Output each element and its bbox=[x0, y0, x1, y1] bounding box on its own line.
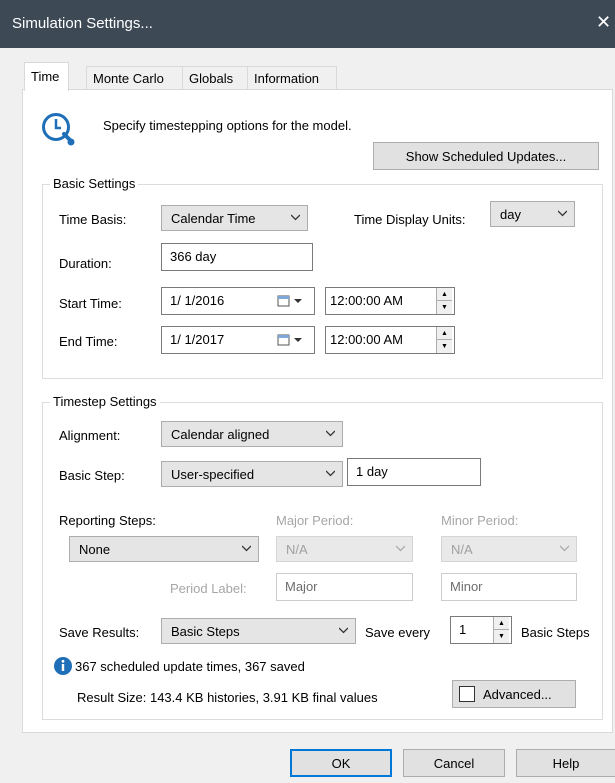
reporting-steps-label: Reporting Steps: bbox=[59, 513, 156, 528]
major-period-value: N/A bbox=[286, 542, 308, 557]
start-date-value: 1/ 1/2016 bbox=[170, 293, 225, 308]
alignment-dropdown[interactable]: Calendar aligned bbox=[161, 421, 343, 447]
tab-time[interactable]: Time bbox=[24, 62, 69, 91]
minor-period-dropdown[interactable]: N/A bbox=[441, 536, 577, 562]
time-display-units-label: Time Display Units: bbox=[354, 212, 466, 227]
chevron-down-icon bbox=[326, 470, 335, 477]
end-time-label: End Time: bbox=[59, 334, 118, 349]
start-time-value: 12:00:00 AM bbox=[330, 293, 403, 308]
description-text: Specify timestepping options for the mod… bbox=[103, 118, 352, 133]
cancel-button[interactable]: Cancel bbox=[403, 749, 505, 777]
save-results-value: Basic Steps bbox=[171, 624, 240, 639]
reporting-steps-dropdown[interactable]: None bbox=[69, 536, 259, 562]
result-size-text: Result Size: 143.4 KB histories, 3.91 KB… bbox=[77, 690, 378, 705]
spin-down-icon[interactable]: ▼ bbox=[437, 340, 452, 353]
spin-down-icon[interactable]: ▼ bbox=[494, 630, 509, 643]
period-label-minor-field[interactable]: Minor bbox=[441, 573, 577, 601]
major-period-dropdown[interactable]: N/A bbox=[276, 536, 413, 562]
tab-label: Globals bbox=[189, 71, 234, 86]
minor-period-value: N/A bbox=[451, 542, 473, 557]
duration-label: Duration: bbox=[59, 256, 112, 271]
major-period-label: Major Period: bbox=[276, 513, 354, 528]
show-scheduled-updates-button[interactable]: Show Scheduled Updates... bbox=[373, 142, 599, 170]
period-label-major-field[interactable]: Major bbox=[276, 573, 413, 601]
basic-step-amount-field[interactable]: 1 day bbox=[347, 458, 481, 486]
help-button[interactable]: Help bbox=[516, 749, 615, 777]
calendar-dropdown-icon[interactable] bbox=[277, 334, 307, 346]
spin-up-icon[interactable]: ▲ bbox=[437, 288, 452, 301]
save-every-field[interactable]: 1 ▲ ▼ bbox=[450, 616, 512, 644]
chevron-down-icon bbox=[339, 627, 348, 634]
save-results-label: Save Results: bbox=[59, 625, 140, 640]
end-time-spinner[interactable]: ▲ ▼ bbox=[436, 327, 452, 353]
scheduled-updates-info: 367 scheduled update times, 367 saved bbox=[75, 659, 305, 674]
duration-field[interactable]: 366 day bbox=[161, 243, 313, 271]
tab-label: Information bbox=[254, 71, 320, 86]
reporting-steps-value: None bbox=[79, 542, 111, 557]
start-time-field[interactable]: 12:00:00 AM ▲ ▼ bbox=[325, 287, 455, 315]
chevron-down-icon bbox=[291, 214, 300, 221]
start-time-spinner[interactable]: ▲ ▼ bbox=[436, 288, 452, 314]
chevron-down-icon bbox=[396, 545, 405, 552]
minor-period-label: Minor Period: bbox=[441, 513, 519, 528]
title-bar: Simulation Settings... ✕ bbox=[0, 0, 615, 48]
time-display-units-value: day bbox=[500, 207, 521, 222]
alignment-value: Calendar aligned bbox=[171, 427, 270, 442]
time-basis-label: Time Basis: bbox=[59, 212, 127, 227]
close-icon[interactable]: ✕ bbox=[596, 12, 611, 33]
tab-globals[interactable]: Globals bbox=[182, 66, 248, 90]
end-time-field[interactable]: 12:00:00 AM ▲ ▼ bbox=[325, 326, 455, 354]
basic-settings-legend: Basic Settings bbox=[50, 176, 139, 191]
basic-step-value: User-specified bbox=[171, 467, 255, 482]
calendar-dropdown-icon[interactable] bbox=[277, 295, 307, 307]
advanced-label: Advanced... bbox=[483, 687, 552, 702]
clock-wrench-icon bbox=[42, 113, 75, 146]
spin-up-icon[interactable]: ▲ bbox=[437, 327, 452, 340]
timestep-settings-legend: Timestep Settings bbox=[50, 394, 160, 409]
ok-button[interactable]: OK bbox=[290, 749, 392, 777]
start-time-label: Start Time: bbox=[59, 296, 122, 311]
basic-step-dropdown[interactable]: User-specified bbox=[161, 461, 343, 487]
save-every-spinner[interactable]: ▲ ▼ bbox=[493, 617, 509, 643]
period-label-text: Period Label: bbox=[170, 581, 247, 596]
save-every-value: 1 bbox=[459, 622, 467, 637]
basic-step-label: Basic Step: bbox=[59, 468, 125, 483]
end-date-picker[interactable]: 1/ 1/2017 bbox=[161, 326, 315, 354]
chevron-down-icon bbox=[558, 210, 567, 217]
tab-monte-carlo[interactable]: Monte Carlo bbox=[86, 66, 183, 90]
window-title: Simulation Settings... bbox=[12, 15, 153, 32]
chevron-down-icon bbox=[242, 545, 251, 552]
end-date-value: 1/ 1/2017 bbox=[170, 332, 225, 347]
chevron-down-icon bbox=[560, 545, 569, 552]
info-icon bbox=[54, 657, 72, 675]
advanced-button[interactable]: Advanced... bbox=[452, 680, 576, 708]
tab-information[interactable]: Information bbox=[247, 66, 337, 90]
save-results-dropdown[interactable]: Basic Steps bbox=[161, 618, 356, 644]
save-every-label: Save every bbox=[365, 625, 431, 640]
spin-up-icon[interactable]: ▲ bbox=[494, 617, 509, 630]
tab-label: Monte Carlo bbox=[93, 71, 164, 86]
tab-label: Time bbox=[31, 69, 60, 84]
end-time-value: 12:00:00 AM bbox=[330, 332, 403, 347]
chevron-down-icon bbox=[326, 430, 335, 437]
alignment-label: Alignment: bbox=[59, 428, 121, 443]
time-basis-value: Calendar Time bbox=[171, 211, 256, 226]
advanced-checkbox[interactable] bbox=[459, 686, 475, 702]
spin-down-icon[interactable]: ▼ bbox=[437, 301, 452, 314]
time-display-units-dropdown[interactable]: day bbox=[490, 201, 575, 227]
start-date-picker[interactable]: 1/ 1/2016 bbox=[161, 287, 315, 315]
save-every-unit: Basic Steps bbox=[521, 625, 590, 640]
time-basis-dropdown[interactable]: Calendar Time bbox=[161, 205, 308, 231]
